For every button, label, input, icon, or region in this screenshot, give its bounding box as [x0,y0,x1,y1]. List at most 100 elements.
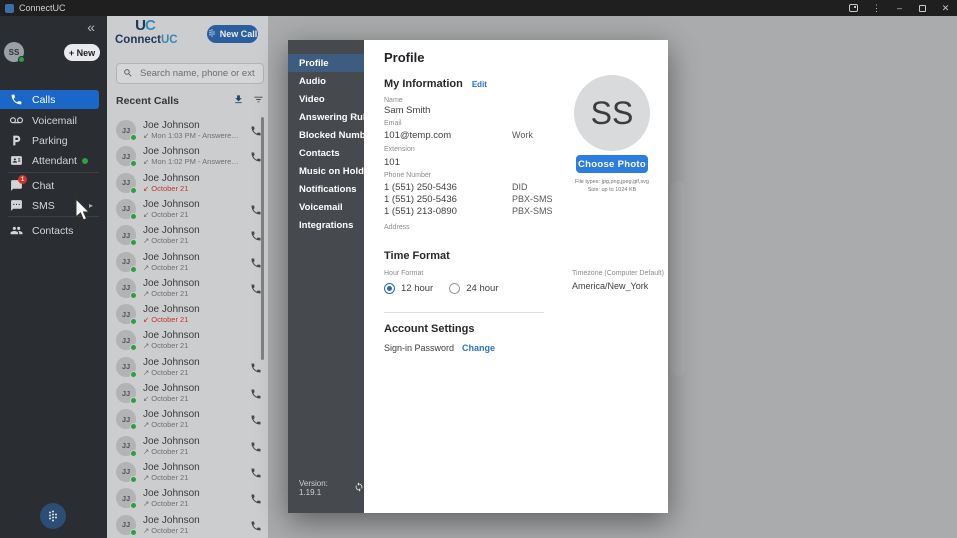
call-row[interactable]: JJJoe Johnson↙Mon 1:03 PM - Answered by:… [116,117,262,143]
call-row[interactable]: JJJoe Johnson↗October 21 [116,406,262,432]
call-info: Joe Johnson↗October 21 [143,462,200,482]
new-call-button[interactable]: New Call [207,25,258,43]
settings-nav-profile[interactable]: Profile [288,54,364,72]
caller-name: Joe Johnson [143,436,200,447]
sidebar-item-voicemail[interactable]: Voicemail [0,111,99,130]
sidebar-item-parking[interactable]: Parking [0,131,99,150]
sidebar-item-label: Contacts [32,225,73,237]
call-back-icon[interactable] [250,361,262,373]
user-avatar[interactable]: SS [4,42,24,62]
call-row[interactable]: JJJoe Johnson↗October 21 [116,249,262,275]
settings-nav-answering-rules[interactable]: Answering Rules [288,108,364,126]
call-row[interactable]: JJ Joe Johnson↗October 21 [116,222,262,248]
call-info: Joe Johnson↗October 21 [143,225,200,245]
call-detail-text: October 21 [151,263,188,272]
hour-format-option-24-hour[interactable]: 24 hour [449,283,498,294]
settings-nav-voicemail[interactable]: Voicemail [288,198,364,216]
call-row[interactable]: JJJoe Johnson↗October 21 [116,275,262,301]
settings-nav-integrations[interactable]: Integrations [288,216,364,234]
call-back-icon[interactable] [250,492,262,504]
version-row: Version: 1.19.1 [299,479,364,497]
edit-link[interactable]: Edit [472,80,487,89]
call-row[interactable]: JJJoe Johnson↙October 21 [116,301,262,327]
my-information-heading: My Information [384,78,463,90]
settings-nav-video[interactable]: Video [288,90,364,108]
sidebar: « SS + New Calls VoicemailParking Attendan… [0,16,107,538]
call-info: Joe Johnson↙October 21 [143,304,200,324]
user-avatar-initials: SS [9,48,20,57]
call-back-icon[interactable] [250,413,262,425]
call-row[interactable]: JJJoe Johnson↗October 21 [116,459,262,485]
call-row[interactable]: JJJoe Johnson↗October 21 [116,512,262,538]
presence-dot [130,239,137,246]
call-avatar: JJ [116,357,136,377]
call-back-icon[interactable] [250,387,262,399]
call-back-icon[interactable] [250,440,262,452]
call-row[interactable]: JJJoe Johnson↙October 21 [116,170,262,196]
address-label: Address [384,224,410,231]
presence-dot [130,292,137,299]
sidebar-item-calls[interactable]: Calls [0,90,99,109]
call-detail-text: October 21 [151,499,188,508]
parking-icon [10,134,23,147]
logo-mark-c: C [145,17,155,34]
timezone-value: America/New_York [572,281,648,291]
call-row[interactable]: JJ Joe Johnson↗October 21 [116,485,262,511]
popout-window-button[interactable] [842,0,865,16]
call-info: Joe Johnson↙October 21 [143,199,200,219]
search-box [116,63,264,84]
call-row[interactable]: JJJoe Johnson↙October 21 [116,380,262,406]
call-row[interactable]: JJJoe Johnson↗October 21 [116,433,262,459]
calls-panel: UC ConnectUC New Call Recent Calls JJJoe… [107,16,268,538]
call-info: Joe Johnson↙October 21 [143,383,200,403]
new-button[interactable]: + New [64,44,100,61]
check-update-icon[interactable] [354,482,364,494]
call-avatar: JJ [116,225,136,245]
version-label: Version: 1.19.1 [299,479,350,497]
call-row[interactable]: JJJoe Johnson↙October 21 [116,196,262,222]
maximize-button[interactable] [911,0,934,16]
call-row[interactable]: JJJoe Johnson↗October 21 [116,327,262,353]
sidebar-item-attendant[interactable]: Attendant [0,151,99,170]
sidebar-item-sms[interactable]: SMS▸ [0,196,99,215]
call-back-icon[interactable] [250,466,262,478]
search-input[interactable] [138,67,257,80]
settings-nav-audio[interactable]: Audio [288,72,364,90]
menu-kebab-button[interactable]: ⋮ [865,0,888,16]
filter-icon[interactable] [253,92,264,110]
logo-mark-u: U [135,17,145,34]
settings-nav-contacts[interactable]: Contacts [288,144,364,162]
calls-list-scrollbar[interactable] [261,117,264,360]
sidebar-divider [8,216,99,217]
call-info: Joe Johnson↗October 21 [143,488,200,508]
settings-nav-notifications[interactable]: Notifications [288,180,364,198]
sidebar-item-chat[interactable]: 1Chat [0,176,99,195]
download-icon[interactable] [233,92,244,110]
call-back-icon[interactable] [250,519,262,531]
outgoing-call-icon: ↗ [143,526,149,535]
hour-format-option-12-hour[interactable]: 12 hour [384,283,433,294]
call-row[interactable]: JJJoe Johnson↗October 21 [116,354,262,380]
radio-icon [449,283,460,294]
minimize-button[interactable]: – [888,0,911,16]
sidebar-item-label: Attendant [32,155,77,167]
sidebar-item-label: Chat [32,180,54,192]
sidebar-item-contacts[interactable]: Contacts [0,221,99,240]
collapse-sidebar-button[interactable]: « [87,20,95,34]
close-button[interactable]: ✕ [934,0,957,16]
logo-word-accent: UC [161,34,178,46]
recent-calls-header: Recent Calls [116,92,264,110]
dialpad-button[interactable] [40,503,66,529]
online-dot [82,158,88,164]
phone-number-value: 1 (551) 213-0890 [384,206,457,217]
call-row[interactable]: JJJoe Johnson↙Mon 1:02 PM - Answered by:… [116,143,262,169]
choose-photo-button[interactable]: Choose Photo [576,155,648,173]
call-detail-text: October 21 [151,394,188,403]
call-avatar: JJ [116,488,136,508]
call-info: Joe Johnson↗October 21 [143,436,200,456]
settings-nav-blocked-numbers[interactable]: Blocked Numbers [288,126,364,144]
call-detail: ↙October 21 [143,210,200,219]
caller-name: Joe Johnson [143,120,239,131]
settings-nav-music-on-hold[interactable]: Music on Hold [288,162,364,180]
change-password-link[interactable]: Change [462,343,495,353]
